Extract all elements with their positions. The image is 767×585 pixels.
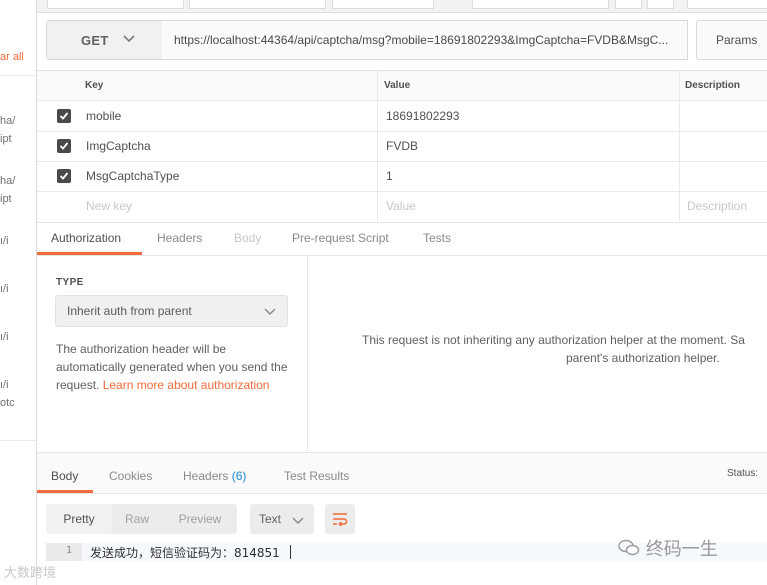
auth-description: The authorization header will be automat… bbox=[56, 340, 291, 394]
param-key[interactable]: mobile bbox=[86, 101, 121, 131]
sidebar-history-item[interactable]: ı/i bbox=[0, 379, 9, 391]
url-input[interactable]: https://localhost:44364/api/captcha/msg?… bbox=[162, 20, 688, 60]
response-body-text: 发送成功，短信验证码为：814851 bbox=[90, 546, 280, 560]
params-button[interactable]: Params bbox=[696, 20, 767, 60]
request-tab[interactable] bbox=[189, 0, 326, 9]
auth-info-line: parent's authorization helper. bbox=[566, 351, 720, 365]
description-column-header: Description bbox=[685, 80, 741, 91]
check-icon bbox=[59, 142, 69, 150]
table-row: mobile 18691802293 bbox=[37, 101, 767, 132]
clear-all-link[interactable]: ar all bbox=[0, 51, 24, 63]
param-key[interactable]: MsgCaptchaType bbox=[86, 161, 179, 191]
params-table: Key Value Description mobile 18691802293… bbox=[37, 70, 767, 223]
tab-pre-request-script[interactable]: Pre-request Script bbox=[292, 231, 389, 245]
response-format-group: Pretty Raw Preview bbox=[46, 504, 237, 534]
watermark-left: 大数跨境 bbox=[4, 562, 56, 581]
request-tab-strip bbox=[37, 0, 767, 13]
new-param-row: New key Value Description bbox=[37, 191, 767, 221]
collections-sidebar: ar all ha/ ipt ha/ ipt ı/i ı/i ı/i ı/i o… bbox=[0, 0, 37, 585]
param-checkbox[interactable] bbox=[57, 169, 71, 183]
sidebar-history-item[interactable]: ı/i bbox=[0, 331, 9, 343]
wechat-icon bbox=[618, 539, 640, 556]
url-text: https://localhost:44364/api/captcha/msg?… bbox=[174, 33, 669, 47]
sidebar-history-item[interactable]: ı/i bbox=[0, 283, 9, 295]
preview-button[interactable]: Preview bbox=[166, 504, 234, 534]
param-value[interactable]: 18691802293 bbox=[386, 101, 459, 131]
request-tab[interactable] bbox=[47, 0, 184, 9]
tab-response-headers-label: Headers bbox=[183, 469, 229, 483]
param-value[interactable]: 1 bbox=[386, 161, 393, 191]
tab-tests[interactable]: Tests bbox=[423, 231, 451, 245]
watermark-right-text: 终码一生 bbox=[645, 539, 718, 560]
tab-authorization[interactable]: Authorization bbox=[51, 231, 121, 245]
learn-more-link[interactable]: Learn more about authorization bbox=[103, 378, 270, 392]
request-tab[interactable] bbox=[332, 0, 434, 9]
line-gutter: 1 bbox=[46, 543, 82, 561]
tab-headers[interactable]: Headers bbox=[157, 231, 202, 245]
chevron-down-icon bbox=[264, 308, 276, 316]
tab-menu-button[interactable] bbox=[647, 0, 674, 9]
param-checkbox[interactable] bbox=[57, 109, 71, 123]
chevron-down-icon bbox=[292, 517, 304, 525]
auth-info-line: This request is not inheriting any autho… bbox=[362, 333, 745, 347]
sidebar-history-item[interactable]: otc bbox=[0, 397, 15, 409]
new-description-input[interactable]: Description bbox=[687, 191, 747, 221]
sidebar-history-item[interactable]: ipt bbox=[0, 133, 12, 145]
response-tabs: Body Cookies Headers (6) Test Results St… bbox=[37, 452, 767, 494]
sidebar-history-item[interactable]: ha/ bbox=[0, 175, 15, 187]
param-key[interactable]: ImgCaptcha bbox=[86, 131, 151, 161]
response-type-value: Text bbox=[259, 512, 282, 526]
pretty-button[interactable]: Pretty bbox=[46, 504, 112, 534]
method-select[interactable]: GET bbox=[46, 20, 164, 60]
auth-info-message: This request is not inheriting any autho… bbox=[362, 331, 767, 367]
response-type-select[interactable]: Text bbox=[250, 504, 314, 534]
param-value[interactable]: FVDB bbox=[386, 131, 418, 161]
request-tabs: Authorization Headers Body Pre-request S… bbox=[37, 222, 767, 256]
active-tab-indicator bbox=[37, 490, 93, 493]
value-column-header: Value bbox=[384, 80, 411, 91]
key-column-header: Key bbox=[85, 80, 104, 91]
environment-selector[interactable] bbox=[687, 0, 767, 9]
new-key-input[interactable]: New key bbox=[86, 191, 132, 221]
auth-type-value: Inherit auth from parent bbox=[67, 304, 192, 318]
request-tab[interactable] bbox=[472, 0, 609, 9]
params-button-label: Params bbox=[716, 33, 758, 47]
tab-test-results[interactable]: Test Results bbox=[284, 469, 349, 483]
table-row: MsgCaptchaType 1 bbox=[37, 161, 767, 192]
chevron-down-icon bbox=[123, 35, 135, 43]
line-number: 1 bbox=[66, 545, 73, 556]
watermark-right: 终码一生 bbox=[618, 535, 718, 561]
tab-body[interactable]: Body bbox=[234, 231, 261, 245]
new-tab-button[interactable] bbox=[615, 0, 642, 9]
tab-response-body[interactable]: Body bbox=[51, 469, 78, 483]
check-icon bbox=[59, 112, 69, 120]
sidebar-history-item[interactable]: ı/i bbox=[0, 235, 9, 247]
sidebar-history-item[interactable]: ha/ bbox=[0, 115, 15, 127]
new-value-input[interactable]: Value bbox=[386, 191, 416, 221]
raw-button[interactable]: Raw bbox=[112, 504, 162, 534]
tab-cookies[interactable]: Cookies bbox=[109, 469, 152, 483]
table-header-row: Key Value Description bbox=[37, 71, 767, 101]
method-label: GET bbox=[81, 33, 109, 48]
watermark-left-text: 大数跨境 bbox=[4, 566, 57, 581]
tab-response-headers[interactable]: Headers (6) bbox=[183, 469, 246, 483]
sidebar-history-item[interactable]: ipt bbox=[0, 193, 12, 205]
param-checkbox[interactable] bbox=[57, 139, 71, 153]
wrap-lines-icon bbox=[333, 513, 348, 526]
table-row: ImgCaptcha FVDB bbox=[37, 131, 767, 162]
status-label: Status: bbox=[727, 468, 759, 479]
check-icon bbox=[59, 172, 69, 180]
wrap-lines-button[interactable] bbox=[325, 504, 355, 534]
text-caret bbox=[290, 545, 291, 559]
headers-count-badge: (6) bbox=[231, 469, 247, 483]
auth-type-label: TYPE bbox=[56, 277, 84, 288]
auth-type-select[interactable]: Inherit auth from parent bbox=[55, 295, 288, 327]
